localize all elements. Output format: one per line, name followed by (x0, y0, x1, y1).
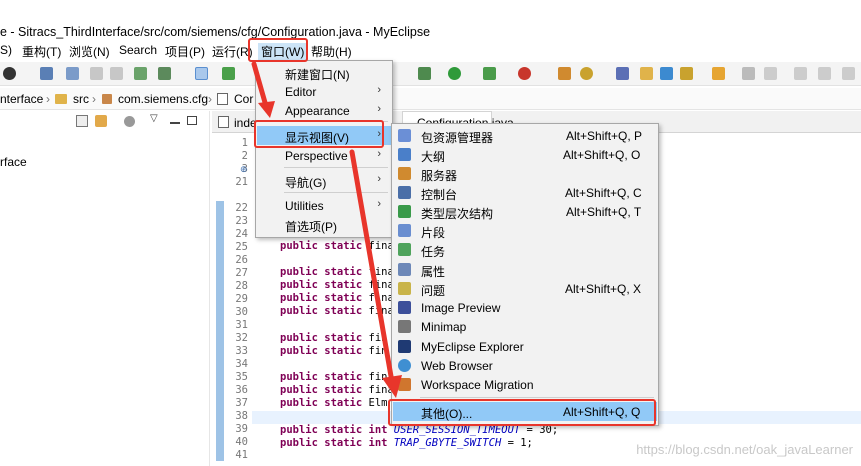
annotation-arrows (251, 61, 402, 398)
annotation-arrow (349, 149, 402, 398)
annotation-arrow (251, 61, 275, 118)
watermark: https://blog.csdn.net/oak_javaLearner (636, 442, 853, 457)
